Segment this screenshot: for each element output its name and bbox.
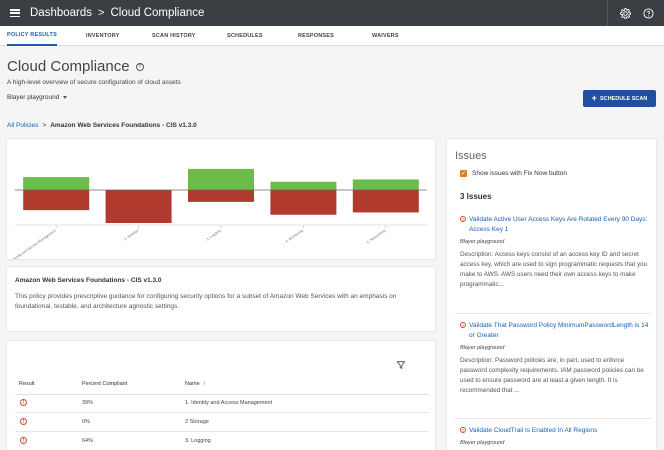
row-name: 3. Logging [185,438,211,444]
issue-link[interactable]: ! Validate Active User Access Keys Are R… [460,215,650,235]
alert-icon: ! [20,437,27,444]
breadcrumb-dashboards[interactable]: Dashboards [30,7,92,19]
issue-environment: Blayer playground [460,440,505,446]
results-table-card: Result Percent Compliant Name ↑ ! 39% 1.… [7,341,435,450]
row-percent: 0% [82,419,90,425]
row-percent: 39% [82,400,94,406]
all-policies-link[interactable]: All Policies [7,122,38,129]
alert-icon: ! [20,399,27,406]
row-percent: 64% [82,438,94,444]
column-name[interactable]: Name ↑ [185,381,206,387]
chart-tick-label: 1. Identity and Access Management [8,229,57,259]
chart-bar-pass-4[interactable] [270,181,337,190]
issue-link[interactable]: ! Validate That Password Policy MinimumP… [460,321,650,341]
issue-item: ! Validate Active User Access Keys Are R… [460,215,650,290]
tab-scan-history[interactable]: SCAN HISTORY [152,26,196,46]
alert-icon: ! [460,427,466,433]
schedule-scan-button[interactable]: + SCHEDULE SCAN [583,90,656,107]
checkbox-checked-icon[interactable]: ✓ [460,170,467,177]
chart-tick-label: 4. Monitoring [285,229,304,244]
plus-icon: + [591,93,597,103]
top-bar: Dashboards > Cloud Compliance [0,0,664,26]
issue-environment: Blayer playground [460,345,505,351]
question-icon[interactable]: ? [135,62,144,71]
header-breadcrumb: Dashboards > Cloud Compliance [30,7,204,19]
issues-panel: Issues ✓ Show issues with Fix Now button… [447,139,656,450]
issue-item: ! Validate That Password Policy MinimumP… [460,321,650,396]
row-name: 2 Storage [185,419,209,425]
page-title: Cloud Compliance ? [7,58,144,75]
chevron-down-icon [63,96,68,99]
issue-title: Validate Active User Access Keys Are Rot… [469,216,648,233]
issue-item: ! Validate CloudTrail Is Enabled In All … [460,426,650,446]
tab-responses[interactable]: RESPONSES [298,26,334,46]
chart-tick-label: 5. Networking [366,229,386,245]
sort-arrow-icon: ↑ [203,381,206,387]
issue-link[interactable]: ! Validate CloudTrail Is Enabled In All … [460,426,650,436]
page-title-text: Cloud Compliance [7,58,130,75]
row-name: 1. Identity and Access Management [185,400,273,406]
issue-title: Validate CloudTrail Is Enabled In All Re… [469,427,598,434]
alert-icon: ! [460,216,466,222]
help-icon[interactable] [641,6,655,20]
alert-icon: ! [460,322,466,328]
fix-now-label: Show issues with Fix Now button [472,170,568,177]
issue-environment: Blayer playground [460,239,505,245]
tab-policy-results[interactable]: POLICY RESULTS [7,26,57,46]
issue-title: Validate That Password Policy MinimumPas… [469,322,649,339]
table-row[interactable]: ! 64% 3. Logging [15,432,429,450]
policy-breadcrumb-separator: > [42,122,47,129]
column-percent-compliant: Percent Compliant [82,381,128,387]
header-divider [607,0,608,26]
issue-divider [455,418,651,419]
policy-description-title: Amazon Web Services Foundations - CIS v1… [15,277,162,284]
policy-description-card: Amazon Web Services Foundations - CIS v1… [7,267,435,331]
chart-tick-label: 3. Logging [206,229,222,242]
environment-select[interactable]: Blayer playground [7,94,68,101]
tab-waivers[interactable]: WAIVERS [372,26,399,46]
chart-tick-label: 2. Storage [123,229,139,242]
policy-description-body: This policy provides prescriptive guidan… [15,293,397,310]
tab-inventory[interactable]: INVENTORY [86,26,120,46]
filter-icon[interactable] [396,357,406,369]
chart-bar-pass-3[interactable] [188,168,254,190]
chart-bar-pass-1[interactable] [23,177,90,190]
schedule-scan-label: SCHEDULE SCAN [599,95,648,102]
chart-bar-fail-4[interactable] [270,190,337,215]
policy-breadcrumb-current: Amazon Web Services Foundations - CIS v1… [50,122,197,129]
chart-bar-fail-1[interactable] [23,190,90,211]
environment-select-value: Blayer playground [7,94,60,101]
issue-description: Description: Access keys consist of an a… [460,251,648,288]
issue-count: 3 Issues [460,192,492,201]
table-row[interactable]: ! 0% 2 Storage [15,413,429,432]
issue-description: Description: Password policies are, in p… [460,357,644,394]
compliance-chart: 1. Identity and Access Management 2. Stor… [8,168,427,264]
gear-icon[interactable] [618,6,632,20]
issues-title: Issues [455,150,487,162]
policy-breadcrumb: All Policies > Amazon Web Services Found… [7,122,197,129]
menu-icon[interactable] [10,9,20,17]
chart-bar-fail-5[interactable] [352,190,419,213]
alert-icon: ! [20,418,27,425]
chart-bar-fail-2[interactable] [105,190,172,223]
issue-divider [455,313,651,314]
breadcrumb-current: Cloud Compliance [110,7,205,19]
page-subtitle: A high-level overview of secure configur… [7,79,181,86]
compliance-chart-card: 1. Identity and Access Management 2. Stor… [7,139,435,264]
breadcrumb-separator: > [98,7,105,19]
chart-bar-fail-3[interactable] [188,190,254,202]
fix-now-toggle[interactable]: ✓ Show issues with Fix Now button [460,170,567,177]
chart-bar-pass-5[interactable] [352,179,419,190]
table-row[interactable]: ! 39% 1. Identity and Access Management [15,394,429,413]
tab-schedules[interactable]: SCHEDULES [227,26,263,46]
column-result: Result [19,381,35,387]
tab-bar: POLICY RESULTS INVENTORY SCAN HISTORY SC… [0,26,664,46]
column-name-label: Name [185,381,200,387]
